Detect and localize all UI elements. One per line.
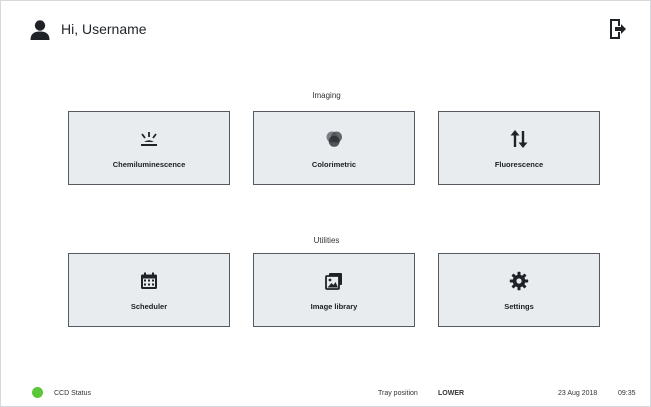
scheduler-label: Scheduler — [130, 301, 168, 311]
chemiluminescence-icon — [138, 128, 160, 150]
logout-icon[interactable] — [608, 18, 626, 40]
image-library-label: Image library — [310, 301, 358, 311]
image-library-button[interactable]: Image library — [253, 253, 415, 327]
time-text: 09:35 — [618, 390, 636, 397]
greeting-text: Hi, Username — [61, 21, 147, 37]
imaging-section-title: Imaging — [312, 91, 341, 100]
fluorescence-label: Fluorescence — [494, 159, 544, 169]
ccd-status-indicator — [32, 387, 43, 398]
fluorescence-button[interactable]: Fluorescence — [438, 111, 600, 185]
chemiluminescence-button[interactable]: Chemiluminescence — [68, 111, 230, 185]
tray-position-value: LOWER — [438, 390, 465, 397]
chemiluminescence-label: Chemiluminescence — [112, 159, 186, 169]
colorimetric-label: Colorimetric — [311, 159, 357, 169]
header-bar: Hi, Username — [1, 1, 651, 61]
calendar-icon — [138, 270, 160, 292]
user-icon — [30, 20, 50, 40]
utilities-section-title: Utilities — [313, 236, 340, 245]
gear-icon — [508, 270, 530, 292]
date-text: 23 Aug 2018 — [558, 390, 598, 397]
image-library-icon — [323, 270, 345, 292]
app-window: Hi, Username Imaging Chemiluminescence C… — [0, 0, 651, 407]
settings-label: Settings — [504, 301, 534, 311]
ccd-status-label: CCD Status — [54, 390, 91, 397]
colorimetric-icon — [323, 128, 345, 150]
scheduler-button[interactable]: Scheduler — [68, 253, 230, 327]
settings-button[interactable]: Settings — [438, 253, 600, 327]
tray-position-label: Tray position — [378, 390, 418, 397]
colorimetric-button[interactable]: Colorimetric — [253, 111, 415, 185]
status-bar: CCD Status Tray position LOWER 23 Aug 20… — [1, 385, 651, 407]
fluorescence-arrows-icon — [508, 128, 530, 150]
